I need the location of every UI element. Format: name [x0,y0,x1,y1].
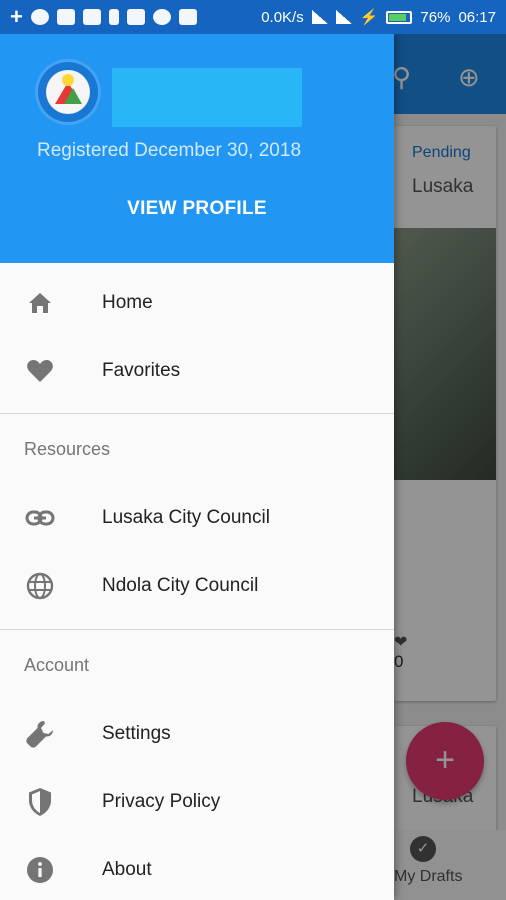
wrench-icon [24,718,56,750]
app-logo-icon [46,70,90,114]
menu-item-settings[interactable]: Settings [0,700,394,768]
menu-item-home[interactable]: Home [0,269,394,337]
menu-label: About [102,859,152,880]
battery-percent: 76% [420,8,451,26]
shield-icon [24,786,56,818]
status-notifications: + [10,6,197,28]
menu-item-favorites[interactable]: Favorites [0,337,394,405]
messenger-icon [152,9,171,25]
menu-label: Favorites [102,360,181,381]
menu-item-ndola-city-council[interactable]: Ndola City Council [0,552,394,620]
status-system: 0.0K/s ⚡ 76% 06:17 [261,8,496,27]
network-speed: 0.0K/s [261,8,304,26]
home-icon [24,287,56,319]
battery-icon [386,10,413,24]
message-icon [30,9,49,25]
section-header-resources: Resources [24,438,111,459]
view-profile-button[interactable]: VIEW PROFILE [0,198,394,220]
plus-icon: + [10,4,23,29]
avatar[interactable] [38,62,98,122]
main-menu: Home Favorites [0,263,394,405]
menu-label: Privacy Policy [102,791,221,812]
heart-icon [24,355,56,387]
user-name-redacted [112,68,302,127]
globe-icon [24,570,56,602]
drawer-header: Registered December 30, 2018 VIEW PROFIL… [0,34,394,263]
image-icon [56,9,75,25]
menu-label: Home [102,292,153,313]
menu-item-privacy-policy[interactable]: Privacy Policy [0,768,394,836]
signal-icon [311,10,328,24]
section-header-account: Account [24,654,90,675]
link-icon [24,502,56,534]
registered-date: Registered December 30, 2018 [36,140,302,161]
menu-label: Settings [102,723,171,744]
menu-label: Lusaka City Council [102,507,270,528]
status-bar: + 0.0K/s ⚡ 76% 06:17 [0,0,506,34]
usb-icon [108,9,119,25]
menu-label: Ndola City Council [102,575,259,596]
charging-icon: ⚡ [359,9,379,26]
mail-icon [178,9,197,25]
clock: 06:17 [458,8,496,26]
info-icon [24,854,56,886]
navigation-drawer: Registered December 30, 2018 VIEW PROFIL… [0,34,394,900]
twitter-icon [126,9,145,25]
signal-icon-2 [335,10,352,24]
menu-item-about[interactable]: About [0,836,394,900]
menu-item-lusaka-city-council[interactable]: Lusaka City Council [0,484,394,552]
chat-icon [82,9,101,25]
